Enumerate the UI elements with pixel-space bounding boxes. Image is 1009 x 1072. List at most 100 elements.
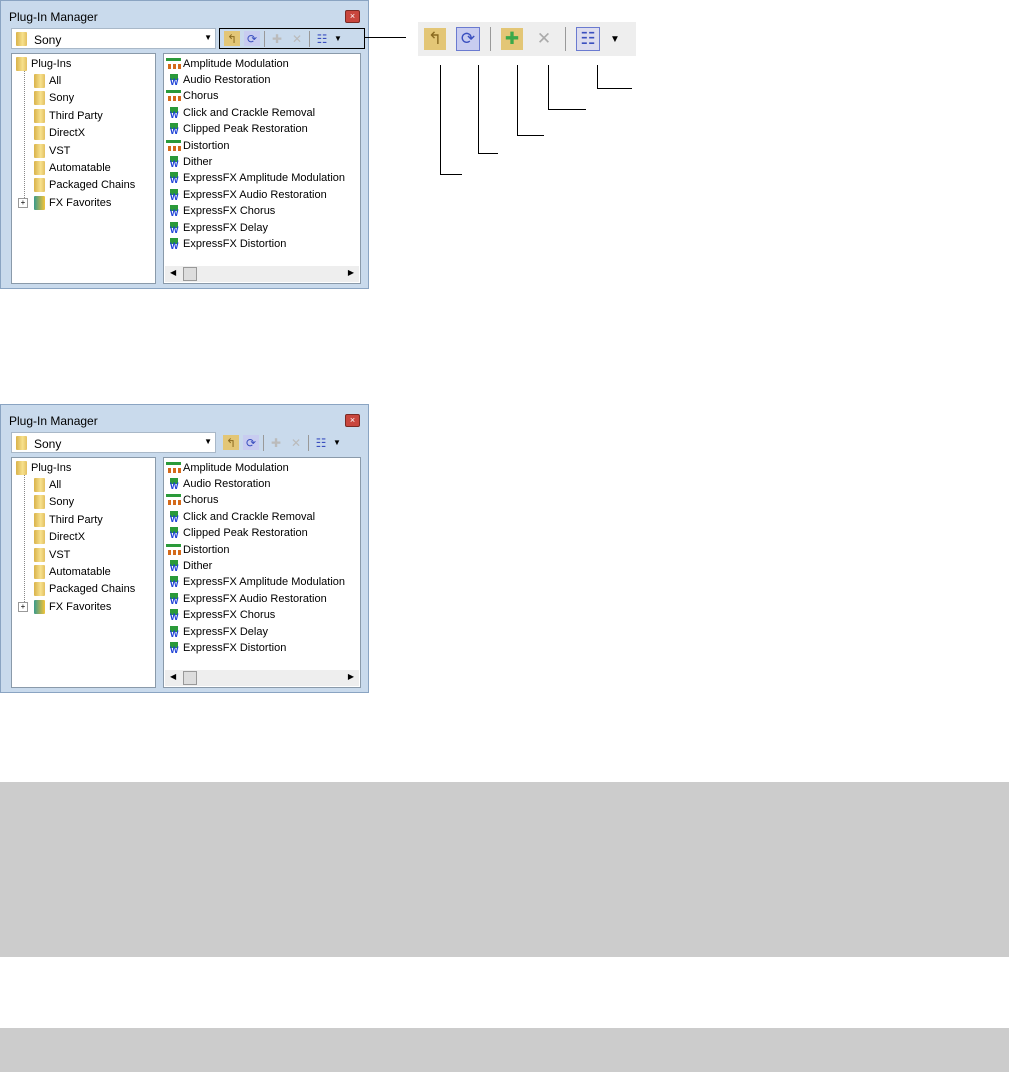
list-item[interactable]: Click and Crackle Removal (166, 104, 315, 121)
window-title: Plug-In Manager (9, 10, 98, 24)
delete-button[interactable]: ✕ (289, 31, 305, 46)
tree-item[interactable]: VST (34, 142, 70, 159)
favorites-icon (34, 195, 45, 210)
folder-icon (34, 73, 45, 88)
new-folder-button[interactable]: ✚ (269, 31, 285, 46)
plugin-name: ExpressFX Audio Restoration (183, 188, 327, 201)
separator (264, 30, 265, 47)
tree-item[interactable]: DirectX (34, 529, 85, 546)
list-item[interactable]: ExpressFX Amplitude Modulation (166, 574, 345, 591)
folder-icon (34, 126, 45, 141)
tree-item[interactable]: + FX Favorites (18, 194, 112, 211)
tree-item[interactable]: DirectX (34, 125, 85, 142)
scroll-right-icon[interactable]: ▶ (348, 268, 354, 277)
close-button[interactable]: × (345, 10, 360, 23)
tree-item[interactable]: Automatable (34, 563, 111, 580)
list-item[interactable]: Amplitude Modulation (166, 55, 289, 72)
refresh-icon: ⟳ (456, 27, 480, 51)
expand-icon[interactable]: + (18, 198, 28, 209)
scroll-thumb[interactable] (183, 671, 197, 685)
scroll-left-icon[interactable]: ◀ (170, 672, 176, 681)
folder-icon (34, 530, 45, 545)
list-item[interactable]: Audio Restoration (166, 71, 270, 88)
folder-combo[interactable]: Sony ▼ (11, 432, 216, 453)
tree-item[interactable]: Packaged Chains (34, 581, 135, 598)
up-folder-button[interactable]: ↰ (224, 31, 240, 46)
list-item[interactable]: ExpressFX Distortion (166, 235, 286, 252)
list-item[interactable]: Dither (166, 153, 212, 170)
list-item[interactable]: Chorus (166, 492, 218, 509)
tree-item[interactable]: VST (34, 546, 70, 563)
horizontal-scrollbar[interactable]: ◀ ▶ (165, 266, 359, 282)
list-item[interactable]: ExpressFX Chorus (166, 607, 275, 624)
scroll-right-icon[interactable]: ▶ (348, 672, 354, 681)
chevron-down-icon[interactable]: ▼ (204, 437, 212, 446)
view-dropdown-button[interactable]: ▼ (334, 34, 342, 43)
plugin-name: Audio Restoration (183, 73, 271, 86)
list-item[interactable]: Click and Crackle Removal (166, 508, 315, 525)
list-item[interactable]: Clipped Peak Restoration (166, 525, 308, 542)
view-dropdown-button[interactable]: ▼ (333, 438, 341, 447)
separator (308, 434, 309, 451)
tree-item[interactable]: Plug-Ins (16, 55, 71, 72)
view-button[interactable]: ☷ (314, 31, 330, 46)
list-item[interactable]: Chorus (166, 88, 218, 105)
plugin-effect-icon (166, 641, 181, 655)
tree-item[interactable]: + FX Favorites (18, 598, 111, 615)
scroll-left-icon[interactable]: ◀ (170, 268, 176, 277)
tree-item[interactable]: Automatable (34, 159, 111, 176)
up-folder-button[interactable]: ↰ (223, 435, 239, 450)
plugin-effect-icon (166, 510, 181, 524)
separator (309, 30, 310, 47)
refresh-button[interactable]: ⟳ (243, 435, 259, 450)
tree-item-label: Automatable (49, 161, 111, 174)
tree-item[interactable]: Sony (34, 90, 74, 107)
list-item[interactable]: Audio Restoration (166, 475, 270, 492)
close-button[interactable]: × (345, 414, 360, 427)
tree-item[interactable]: Third Party (34, 107, 103, 124)
view-button[interactable]: ☷ (313, 435, 329, 450)
new-folder-button[interactable]: ✚ (268, 435, 284, 450)
plugin-effect-icon (166, 559, 181, 573)
list-item[interactable]: Distortion (166, 137, 229, 154)
list-item[interactable]: Distortion (166, 541, 229, 558)
chevron-down-icon[interactable]: ▼ (204, 33, 212, 42)
tree-item[interactable]: Third Party (34, 511, 103, 528)
list-item[interactable]: ExpressFX Amplitude Modulation (166, 170, 345, 187)
scroll-thumb[interactable] (183, 267, 197, 281)
tree-item[interactable]: All (34, 72, 61, 89)
gray-block (0, 1028, 1009, 1072)
list-item[interactable]: Clipped Peak Restoration (166, 121, 308, 138)
list-item[interactable]: ExpressFX Delay (166, 219, 268, 236)
plugin-manager-window: Plug-In Manager × Sony ▼ ↰ ⟳ ✚ ✕ ☷ ▼ Plug… (0, 404, 369, 693)
tree-item-label: DirectX (49, 127, 86, 140)
list-item[interactable]: ExpressFX Audio Restoration (166, 590, 327, 607)
tree-item[interactable]: All (34, 476, 61, 493)
tree-item-label: Plug-Ins (31, 57, 72, 70)
tree-item-label: DirectX (49, 531, 86, 544)
horizontal-scrollbar[interactable]: ◀ ▶ (165, 670, 359, 686)
plugin-effect-icon (166, 609, 181, 622)
folder-combo[interactable]: Sony ▼ (11, 28, 216, 49)
list-item[interactable]: ExpressFX Audio Restoration (166, 186, 327, 203)
expand-icon[interactable]: + (18, 602, 28, 613)
dropdown-arrow-icon: ▼ (610, 33, 620, 45)
list-item[interactable]: ExpressFX Delay (166, 623, 268, 640)
tree-item[interactable]: Packaged Chains (34, 177, 135, 194)
folder-icon (16, 460, 27, 475)
plugin-name: Clipped Peak Restoration (183, 527, 308, 540)
list-item[interactable]: ExpressFX Chorus (166, 203, 275, 220)
plugin-name: Chorus (183, 494, 219, 507)
tree-item[interactable]: Plug-Ins (16, 459, 71, 476)
plugin-effect-icon (166, 237, 181, 251)
refresh-button[interactable]: ⟳ (244, 31, 260, 46)
tree-item-label: FX Favorites (49, 196, 112, 209)
list-item[interactable]: Dither (166, 557, 212, 574)
tree-item[interactable]: Sony (34, 494, 74, 511)
plugin-chain-icon (166, 57, 181, 70)
tree-item-label: VST (49, 144, 71, 157)
list-item[interactable]: ExpressFX Distortion (166, 639, 286, 656)
delete-button[interactable]: ✕ (288, 435, 304, 450)
toolbar: ↰ ⟳ ✚ ✕ ☷ ▼ (219, 28, 365, 49)
list-item[interactable]: Amplitude Modulation (166, 459, 289, 476)
